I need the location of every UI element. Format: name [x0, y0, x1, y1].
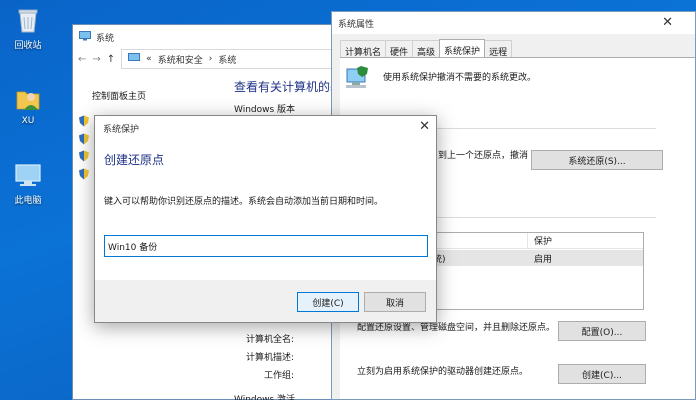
control-panel-home-link[interactable]: 控制面板主页 — [92, 89, 146, 102]
close-icon[interactable]: ✕ — [419, 119, 430, 134]
protection-settings-list[interactable]: 保护 统) 启用 — [430, 232, 644, 310]
system-protection-intro: 使用系统保护撤消不需要的系统更改。 — [383, 73, 537, 83]
computer-description-label: 计算机描述: — [245, 353, 294, 363]
shield-icon — [78, 115, 90, 127]
column-header-protection[interactable]: 保护 — [534, 234, 552, 247]
properties-titlebar[interactable]: 系统属性 — [332, 12, 695, 34]
system-restore-text: 到上一个还原点，撤消 — [438, 151, 529, 161]
breadcrumb-separator-icon: › — [208, 54, 213, 64]
up-arrow-icon[interactable]: ↑ — [107, 54, 115, 65]
system-protection-icon — [344, 66, 370, 95]
create-button[interactable]: 创建(C) — [297, 292, 359, 312]
create-restore-point-dialog: 系统保护 ✕ 创建还原点 键入可以帮助你识别还原点的描述。系统会自动添加当前日期… — [94, 115, 437, 323]
desktop-icon-recycle-bin[interactable]: 回收站 — [0, 5, 56, 51]
dialog-description: 键入可以帮助你识别还原点的描述。系统会自动添加当前日期和时间。 — [104, 197, 384, 207]
restore-point-description-input[interactable] — [104, 235, 428, 257]
dialog-heading: 创建还原点 — [104, 153, 165, 167]
dialog-title: 系统保护 — [103, 125, 140, 135]
desktop-icon-label: 此电脑 — [14, 196, 42, 206]
shield-icon — [78, 150, 90, 162]
page-title: 查看有关计算机的基 — [234, 80, 343, 94]
control-panel-icon — [128, 52, 141, 66]
protection-status: 启用 — [534, 254, 553, 265]
breadcrumb-item-system[interactable]: 系统 — [218, 53, 236, 66]
recycle-bin-icon — [13, 5, 43, 35]
system-window-titlebar[interactable]: 系统 — [73, 25, 336, 49]
desktop-icon-label: XU — [21, 116, 35, 126]
system-restore-button[interactable]: 系统还原(S)... — [531, 150, 663, 170]
windows-activation-label: Windows 激活 — [234, 395, 296, 400]
windows-edition-label: Windows 版本 — [234, 105, 296, 115]
shield-icon — [78, 168, 90, 180]
computer-fullname-label: 计算机全名: — [245, 335, 294, 345]
computer-icon — [79, 30, 91, 44]
dialog-footer: 创建(C) 取消 — [95, 280, 436, 322]
back-arrow-icon[interactable]: ← — [78, 54, 86, 65]
desktop-icon-user[interactable]: XU — [0, 83, 56, 126]
create-text: 立刻为启用系统保护的驱动器创建还原点。 — [357, 367, 529, 377]
properties-window-title: 系统属性 — [338, 19, 375, 30]
desktop-icon-label: 回收站 — [14, 41, 42, 51]
configure-button[interactable]: 配置(O)... — [558, 321, 646, 341]
shield-icon — [78, 133, 90, 145]
workgroup-label: 工作组: — [263, 371, 294, 381]
this-pc-icon — [13, 160, 43, 190]
forward-arrow-icon[interactable]: → — [92, 54, 100, 65]
cancel-button[interactable]: 取消 — [364, 292, 426, 312]
table-row[interactable]: 统) 启用 — [431, 250, 643, 266]
breadcrumb-item-security[interactable]: 系统和安全 — [158, 53, 203, 66]
breadcrumb-prefix: « — [146, 54, 152, 64]
create-restore-point-button[interactable]: 创建(C)... — [558, 364, 646, 384]
system-window-title: 系统 — [96, 33, 115, 44]
close-icon[interactable]: ✕ — [662, 15, 673, 30]
user-folder-icon — [13, 83, 43, 113]
desktop-icon-this-pc[interactable]: 此电脑 — [0, 160, 56, 206]
